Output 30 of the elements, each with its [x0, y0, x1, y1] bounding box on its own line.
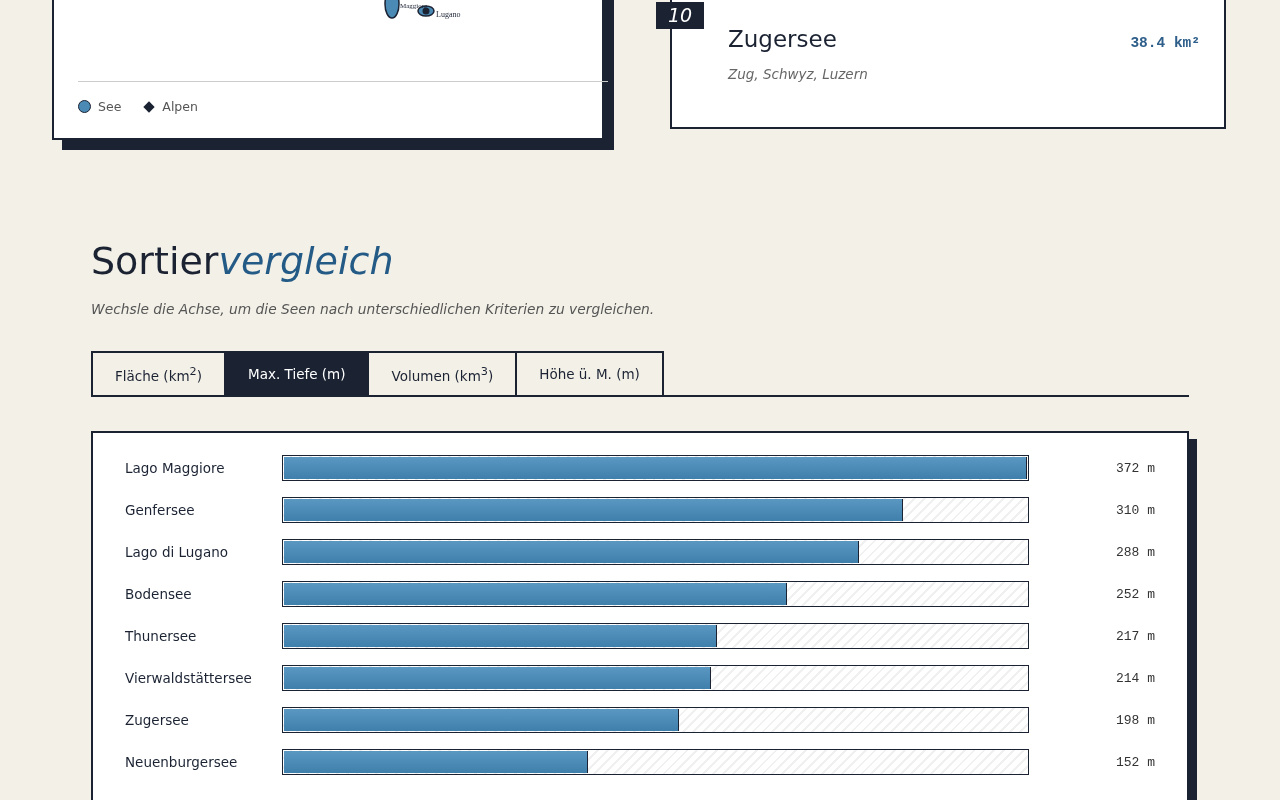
lake-cantons: Zug, Schwyz, Luzern [728, 66, 868, 82]
lake-name: Genfersee [125, 502, 196, 519]
bar-value: 152 m [1116, 754, 1155, 770]
legend-label: Alpen [162, 99, 198, 114]
section-title-accent: vergleich [218, 239, 394, 283]
axis-tab[interactable]: Fläche (km$^{2}$) [91, 351, 227, 396]
axis-tab[interactable]: Höhe ü. M. (m) [517, 351, 664, 396]
lake-area: 38.4 km² [1130, 35, 1200, 51]
bar-value: 217 m [1116, 628, 1155, 644]
lake-name: Zugersee [125, 712, 190, 729]
section-subtitle: Wechsle die Achse, um die Seen nach unterschiedlichen Kriterien zu vergleichen. [91, 301, 656, 318]
axis-tab[interactable]: Max. Tiefe (m) [226, 351, 370, 396]
lake-name: Neuenburgersee [125, 754, 239, 771]
lake-legend-icon [78, 100, 91, 113]
lake-name: Bodensee [125, 586, 193, 603]
lake-name: Zugersee [728, 26, 837, 52]
lake-name: Vierwaldstättersee [125, 670, 253, 687]
bar-value: 372 m [1116, 460, 1155, 476]
legend-label: See [98, 99, 122, 114]
bar-value: 288 m [1116, 544, 1155, 560]
lake-name: Lago Maggiore [125, 460, 226, 477]
rank-badge: 10 [656, 2, 704, 29]
lake-name: Thunersee [125, 628, 198, 645]
bar-value: 214 m [1116, 670, 1155, 686]
bar-value: 252 m [1116, 586, 1155, 602]
section-title: Sortier [91, 239, 219, 283]
lake-name: Lago di Lugano [125, 544, 230, 561]
bar-value: 310 m [1116, 502, 1155, 518]
axis-tab[interactable]: Volumen (km$^{3}$) [369, 351, 518, 396]
bar-value: 198 m [1116, 712, 1155, 728]
